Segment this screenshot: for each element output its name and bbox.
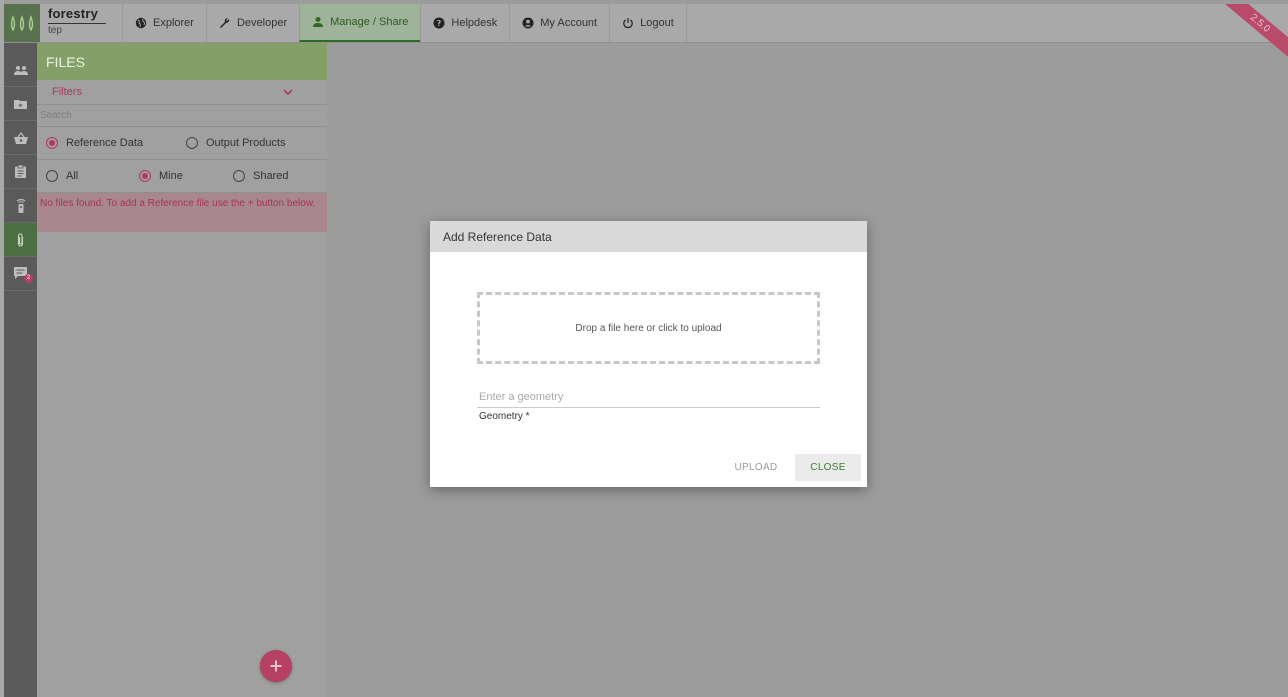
geometry-label: Geometry * [479, 411, 530, 422]
logo-drops-icon [10, 15, 34, 32]
plus-icon [270, 660, 282, 672]
brand-divider [48, 23, 106, 24]
file-dropzone[interactable]: Drop a file here or click to upload [477, 292, 820, 364]
group-icon [13, 65, 28, 75]
search-box [37, 105, 327, 127]
search-input[interactable] [40, 110, 310, 121]
radio-reference-data[interactable]: Reference Data [46, 137, 143, 149]
top-bar: forestry tep Explorer Developer Manage /… [4, 4, 1288, 64]
power-icon [623, 18, 633, 29]
nav-helpdesk[interactable]: ? Helpdesk [420, 4, 509, 42]
side-item-projects[interactable] [4, 87, 37, 121]
user-icon [313, 17, 324, 27]
dialog-title: Add Reference Data [443, 229, 552, 244]
chevron-down-icon [283, 88, 293, 95]
radio-reference-data-label: Reference Data [66, 137, 144, 149]
help-icon: ? [433, 17, 445, 29]
close-button[interactable]: CLOSE [795, 454, 861, 481]
brand-name: forestry [48, 6, 99, 21]
nav-explorer[interactable]: Explorer [122, 4, 206, 42]
side-item-basket[interactable] [4, 121, 37, 155]
nav-manage-share-label: Manage / Share [330, 16, 409, 28]
nav-developer[interactable]: Developer [205, 4, 299, 42]
clipboard-icon [15, 165, 26, 178]
side-item-groups[interactable] [4, 53, 37, 87]
message-badge: 2 [24, 274, 33, 283]
files-header: FILES [37, 43, 327, 80]
brand: forestry tep [48, 7, 112, 36]
folder-icon [14, 99, 27, 109]
side-icon-bar: 2 [4, 43, 37, 697]
type-radio-group: Reference Data Output Products [37, 127, 327, 160]
owner-radio-group: All Mine Shared [37, 160, 327, 193]
side-item-messages[interactable]: 2 [4, 257, 37, 291]
radio-mine-circle [139, 170, 151, 182]
basket-icon [13, 131, 28, 144]
radio-mine[interactable]: Mine [139, 170, 183, 182]
remote-icon [16, 198, 25, 213]
radio-all[interactable]: All [46, 170, 78, 182]
dialog-header: Add Reference Data [430, 221, 867, 252]
radio-shared[interactable]: Shared [233, 170, 288, 182]
brand-sub: tep [48, 25, 62, 36]
app-logo[interactable] [4, 4, 40, 42]
svg-text:?: ? [437, 19, 442, 28]
upload-button[interactable]: UPLOAD [722, 454, 790, 481]
add-file-button[interactable] [260, 650, 292, 682]
files-title: FILES [46, 53, 85, 70]
geometry-field: Geometry * [477, 387, 820, 422]
paperclip-icon [17, 232, 24, 247]
version-label: 2.5.0 [1213, 4, 1288, 64]
add-reference-dialog: Add Reference Data Drop a file here or c… [430, 221, 867, 487]
nav-explorer-label: Explorer [153, 17, 194, 29]
radio-output-products-circle [186, 137, 198, 149]
radio-reference-data-circle [46, 137, 58, 149]
radio-mine-label: Mine [159, 170, 183, 182]
version-ribbon: 2.5.0 [1209, 4, 1288, 64]
geometry-input[interactable] [477, 388, 820, 408]
no-files-notice: No files found. To add a Reference file … [37, 193, 327, 232]
radio-output-products-label: Output Products [206, 137, 286, 149]
main-nav: Explorer Developer Manage / Share ? Help… [122, 4, 687, 42]
radio-all-circle [46, 170, 58, 182]
side-item-jobs[interactable] [4, 155, 37, 189]
globe-icon [135, 17, 147, 29]
nav-my-account-label: My Account [540, 17, 598, 29]
filters-label: Filters [52, 86, 82, 98]
nav-logout-label: Logout [640, 17, 674, 29]
nav-my-account[interactable]: My Account [509, 4, 609, 42]
account-icon [522, 17, 534, 29]
side-bar-spacer [4, 43, 37, 53]
nav-helpdesk-label: Helpdesk [451, 17, 498, 29]
files-panel: FILES Filters Reference Data Output Prod… [37, 43, 327, 697]
dropzone-text: Drop a file here or click to upload [575, 322, 722, 334]
nav-manage-share[interactable]: Manage / Share [299, 4, 421, 42]
radio-output-products[interactable]: Output Products [186, 137, 286, 149]
radio-all-label: All [66, 170, 79, 182]
radio-shared-circle [233, 170, 245, 182]
filters-toggle[interactable]: Filters [37, 80, 327, 105]
radio-shared-label: Shared [253, 170, 289, 182]
wrench-icon [219, 18, 230, 28]
side-item-services[interactable] [4, 189, 37, 223]
nav-logout[interactable]: Logout [609, 4, 687, 42]
nav-developer-label: Developer [236, 17, 288, 29]
side-item-files[interactable] [4, 223, 37, 257]
